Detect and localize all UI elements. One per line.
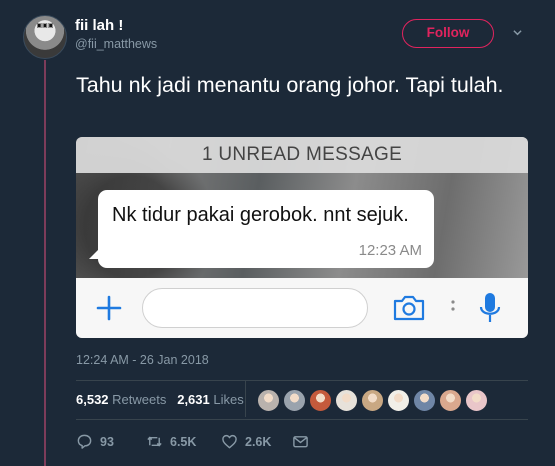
liker-avatar-5[interactable] — [361, 389, 384, 412]
user-handle[interactable]: @fii_matthews — [75, 37, 157, 51]
avatar-image: ▣▣▣ — [36, 22, 54, 29]
tweet-media[interactable]: 1 UNREAD MESSAGE Nk tidur pakai gerobok.… — [76, 137, 528, 338]
thread-line — [44, 60, 46, 466]
liker-avatar-3[interactable] — [309, 389, 332, 412]
liker-avatar-8[interactable] — [439, 389, 462, 412]
stats-separator — [245, 381, 246, 417]
retweets-label: Retweets — [112, 392, 167, 407]
liker-avatar-6[interactable] — [387, 389, 410, 412]
unread-banner: 1 UNREAD MESSAGE — [76, 137, 528, 173]
retweet-stat[interactable]: 6,532 Retweets — [76, 392, 166, 407]
message-text: Nk tidur pakai gerobok. nnt sejuk. — [112, 204, 409, 226]
message-composer — [76, 278, 528, 338]
direct-message-action[interactable] — [292, 433, 309, 450]
retweet-icon — [147, 436, 162, 447]
more-dots-icon — [451, 300, 455, 311]
message-time: 12:23 AM — [358, 242, 422, 259]
microphone-icon — [479, 293, 501, 322]
reply-icon — [77, 434, 92, 449]
camera-icon — [393, 295, 425, 321]
engagement-stats: 6,532 Retweets 2,631 Likes — [76, 392, 244, 407]
liker-avatar-9[interactable] — [465, 389, 488, 412]
retweet-count: 6.5K — [170, 434, 197, 449]
avatar[interactable]: ▣▣▣ — [23, 15, 67, 59]
divider — [76, 380, 528, 381]
chevron-down-icon[interactable] — [513, 28, 522, 37]
likes-count: 2,631 — [177, 392, 210, 407]
display-name[interactable]: fii lah ! — [75, 17, 123, 34]
heart-icon — [222, 434, 237, 449]
liker-avatar-1[interactable] — [257, 389, 280, 412]
divider — [76, 419, 528, 420]
like-stat[interactable]: 2,631 Likes — [177, 392, 244, 407]
compose-input — [142, 288, 368, 328]
liker-avatar-2[interactable] — [283, 389, 306, 412]
message-bubble: Nk tidur pakai gerobok. nnt sejuk. 12:23… — [98, 190, 434, 268]
tweet-timestamp[interactable]: 12:24 AM - 26 Jan 2018 — [76, 353, 209, 367]
envelope-icon — [293, 436, 308, 448]
liker-avatar-4[interactable] — [335, 389, 358, 412]
retweets-count: 6,532 — [76, 392, 109, 407]
like-count: 2.6K — [245, 434, 272, 449]
reply-action[interactable]: 93 — [76, 433, 114, 450]
like-action[interactable]: 2.6K — [221, 433, 271, 450]
plus-icon — [96, 295, 122, 321]
retweet-action[interactable]: 6.5K — [146, 433, 196, 450]
liker-avatar-7[interactable] — [413, 389, 436, 412]
tweet-text: Tahu nk jadi menantu orang johor. Tapi t… — [76, 73, 504, 97]
follow-button[interactable]: Follow — [402, 19, 494, 48]
reply-count: 93 — [100, 434, 114, 449]
likes-label: Likes — [213, 392, 244, 407]
